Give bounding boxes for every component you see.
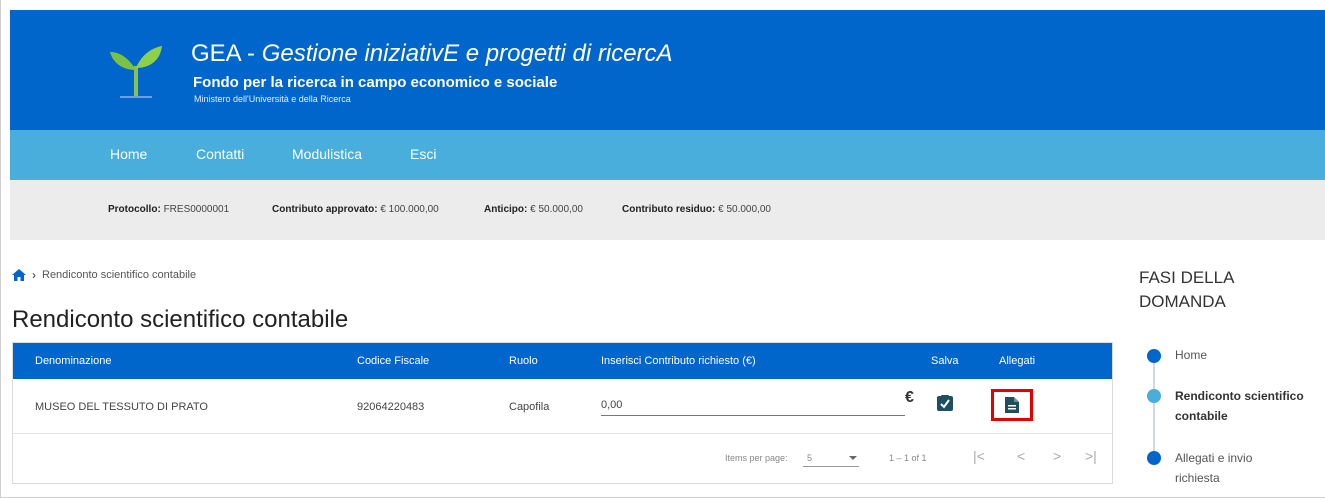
step-rendiconto[interactable]: Rendiconto scientifico contabile — [1175, 386, 1304, 426]
info-protocollo: Protocollo: FRES0000001 — [108, 204, 230, 215]
step-home[interactable]: Home — [1175, 345, 1207, 365]
contributi-table: Denominazione Codice Fiscale Ruolo Inser… — [12, 342, 1113, 484]
app-title-italic: Gestione iniziativE e progetti di ricerc… — [261, 40, 673, 67]
nav-home[interactable]: Home — [110, 146, 147, 162]
protocol-info-bar: Protocollo: FRES0000001 Contributo appro… — [10, 180, 1325, 240]
main-nav: Home Contatti Modulistica Esci — [10, 130, 1325, 180]
items-per-page-value: 5 — [807, 453, 813, 463]
cell-ruolo: Capofila — [509, 401, 550, 413]
cell-codice-fiscale: 92064220483 — [357, 401, 425, 413]
last-page-button[interactable]: >| — [1085, 448, 1097, 464]
nav-contatti[interactable]: Contatti — [196, 146, 244, 162]
app-header: GEA - Gestione iniziativE e progetti di … — [10, 10, 1325, 130]
col-ruolo: Ruolo — [509, 355, 538, 367]
step-allegati-invio[interactable]: Allegati e invio richiesta — [1175, 448, 1252, 488]
allegati-button[interactable] — [991, 389, 1033, 421]
save-check-icon[interactable] — [937, 395, 953, 411]
document-icon — [1005, 397, 1019, 413]
col-contributo: Inserisci Contributo richiesto (€) — [601, 355, 756, 367]
table-row: MUSEO DEL TESSUTO DI PRATO 92064220483 C… — [13, 379, 1112, 434]
cell-denominazione: MUSEO DEL TESSUTO DI PRATO — [35, 401, 208, 413]
euro-icon: € — [905, 389, 914, 406]
step-dot-rendiconto — [1147, 389, 1161, 403]
prev-page-button[interactable]: < — [1017, 448, 1025, 464]
step-dot-allegati — [1147, 451, 1161, 465]
contributo-input[interactable] — [601, 394, 905, 416]
step-dot-home — [1147, 349, 1161, 363]
table-header: Denominazione Codice Fiscale Ruolo Inser… — [13, 343, 1112, 379]
col-allegati: Allegati — [999, 355, 1036, 367]
info-contributo-approvato: Contributo approvato: € 100.000,00 — [272, 204, 439, 215]
sprout-logo-icon — [110, 46, 162, 98]
items-per-page-select[interactable]: 5 — [803, 449, 859, 467]
breadcrumb-current: Rendiconto scientifico contabile — [42, 269, 197, 281]
info-anticipo: Anticipo: € 50.000,00 — [484, 204, 583, 215]
phases-title: FASI DELLA DOMANDA — [1139, 268, 1235, 311]
app-subtitle: Fondo per la ricerca in campo economico … — [193, 74, 558, 91]
table-paginator: Items per page: 5 1 – 1 of 1 |< < > >| — [13, 435, 1112, 483]
col-salva: Salva — [931, 355, 959, 367]
col-codice-fiscale: Codice Fiscale — [357, 355, 430, 367]
breadcrumb: › Rendiconto scientifico contabile — [12, 268, 196, 282]
items-per-page-label: Items per page: — [725, 453, 788, 463]
chevron-down-icon — [849, 456, 857, 460]
phases-timeline — [1153, 358, 1155, 456]
paginator-range: 1 – 1 of 1 — [889, 453, 927, 463]
next-page-button[interactable]: > — [1053, 448, 1061, 464]
nav-modulistica[interactable]: Modulistica — [292, 146, 362, 162]
page-title: Rendiconto scientifico contabile — [12, 306, 349, 333]
col-denominazione: Denominazione — [35, 355, 112, 367]
app-title-prefix: GEA - — [191, 40, 262, 67]
nav-esci[interactable]: Esci — [410, 146, 436, 162]
first-page-button[interactable]: |< — [973, 448, 985, 464]
home-icon[interactable] — [12, 269, 26, 281]
chevron-right-icon: › — [32, 268, 36, 282]
app-title: GEA - Gestione iniziativE e progetti di … — [191, 40, 673, 68]
ministry-label: Ministero dell'Università e della Ricerc… — [194, 94, 351, 104]
info-contributo-residuo: Contributo residuo: € 50.000,00 — [622, 204, 771, 215]
